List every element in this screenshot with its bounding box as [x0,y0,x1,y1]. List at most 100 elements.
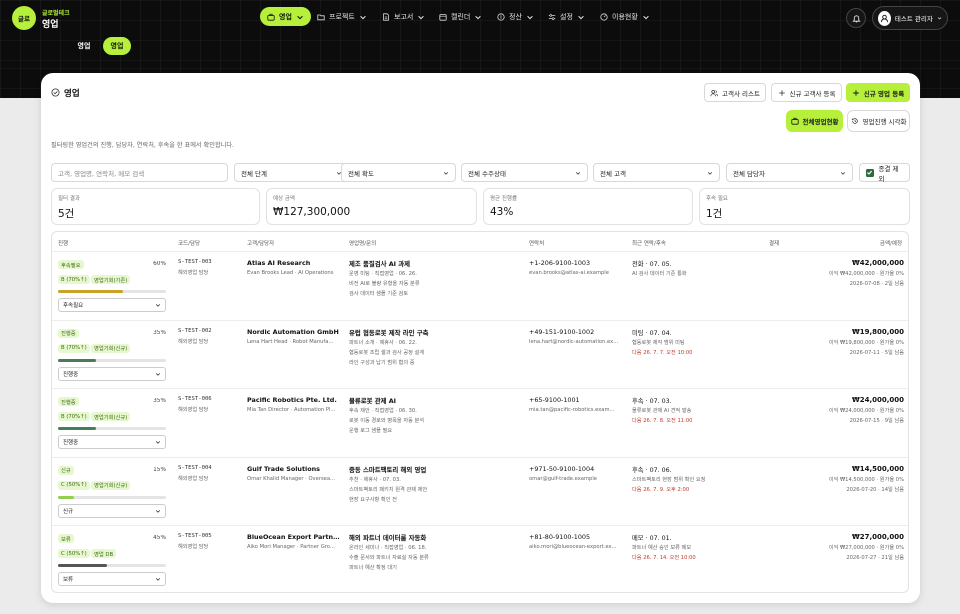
status-select[interactable]: 진행중 [58,435,166,449]
contact-phone[interactable]: +1-206-9100-1003 [529,259,624,267]
exclude-closed-label: 종결 제외 [878,164,899,183]
customer-name[interactable]: Nordic Automation GmbH [247,328,342,336]
user-menu[interactable]: 테스트 관리자 [872,6,948,30]
contact-email[interactable]: evan.brooks@atlas-ai.example [529,270,621,276]
status-select-value: 신규 [63,508,74,515]
deal-amount: ₩19,800,000 [851,327,904,336]
brand-logo[interactable]: 글로 [12,6,36,30]
table-row[interactable]: 진행중 35% B (70%↑) 영업기회(신규) 진행중 S-TEST-006 해외영업 … [52,388,908,456]
order-status-filter-select[interactable]: 전체 수주상태 [461,163,588,182]
customer-name[interactable]: Atlas AI Research [247,259,342,267]
sales-timeline-button[interactable]: 영업진행 시각화 [847,110,910,132]
contact-email[interactable]: aiko.mori@blueocean-export.ex... [529,544,621,550]
deal-owner: 해외영업 담당 [178,544,209,550]
deal-name[interactable]: 해외 파트너 데이터룸 자동화 [349,533,519,542]
table-row[interactable]: 보류 45% C (50%↑) 영업 DB 보류 S-TEST-005 해외영업 담당 Blu… [52,525,908,592]
status-select[interactable]: 보류 [58,572,166,586]
plus-icon [852,89,859,96]
deal-amount: ₩24,000,000 [851,396,904,404]
progress-bar [58,290,166,293]
all-sales-status-button[interactable]: 전체영업현황 [786,110,843,132]
deal-profit-cost: 이익 ₩19,800,000 · 원가율 0% [828,339,904,346]
nav-item-usage[interactable]: 이용현황 [600,7,650,26]
progress-bar [58,495,166,499]
subtab-sales-active[interactable]: 영업 [103,37,131,55]
nav-item-settings[interactable]: 설정 [548,7,585,26]
deal-code: S-TEST-003 [178,259,212,265]
nav-label: 프로젝트 [329,12,355,21]
recent-contact-note: 물류로봇 관제 AI 견적 발송 [632,408,692,414]
table-row[interactable]: 진행중 35% B (70%↑) 영업기회(신규) 진행중 S-TEST-002 해외영업 … [52,319,908,388]
owner-filter-select[interactable]: 전체 담당자 [726,163,853,182]
deal-note: 스마트팩토리 패키지 원격 관제 제안 [349,486,428,493]
customer-contact-person: Omar Khalid Manager · Oversea... [247,475,335,482]
customer-list-label: 고객사 리스트 [722,89,760,98]
exclude-closed-checkbox[interactable] [866,168,874,177]
status-select[interactable]: 후속필요 [58,298,166,312]
document-icon [383,12,389,21]
contact-phone[interactable]: +971-50-9100-1004 [529,465,624,473]
chevron-down-icon [155,509,161,513]
progress-percent: 45% [153,535,166,541]
search-input[interactable]: 고객, 영업명, 연락처, 메모 검색 [51,163,228,182]
stat-card-filter-result: 필터 결과 5건 [51,188,260,225]
new-sales-button[interactable]: 신규 영업 등록 [846,83,910,102]
chevron-down-icon [575,171,581,175]
stat-card-average-progress: 평균 진행률 43% [483,188,693,225]
nav-item-calendar[interactable]: 캘린더 [439,7,482,26]
status-select-value: 후속필요 [63,303,84,309]
coin-icon [497,12,505,21]
contact-email[interactable]: lena.hart@nordic-automation.ex... [529,339,621,345]
deal-name[interactable]: 제조 품질검사 AI 과제 [349,259,519,268]
status-select[interactable]: 진행중 [58,366,166,381]
contact-email[interactable]: mia.tan@pacific-robotics.exam... [529,407,621,413]
all-sales-status-label: 전체영업현황 [802,118,839,126]
contact-email[interactable]: omar@gulf-trade.example [529,476,621,482]
owner-filter-value: 전체 담당자 [733,169,765,178]
deal-code: S-TEST-002 [178,327,212,334]
contact-phone[interactable]: +81-80-9100-1005 [529,533,624,541]
subtab-sales[interactable]: 영업 [70,37,98,55]
chevron-down-icon [155,304,161,307]
deal-name[interactable]: 유럽 협동로봇 제작 라인 구축 [349,328,519,337]
customer-name[interactable]: Gulf Trade Solutions [247,465,342,473]
table-row[interactable]: 후속필요 60% B (70%↑) 영업기회(기존) 후속필요 S-TEST-003 해외영… [52,251,908,319]
exclude-closed-toggle[interactable]: 종결 제외 [859,163,910,183]
deal-profit-cost: 이익 ₩14,500,000 · 원가율 0% [828,476,904,483]
progress-bar [58,564,166,567]
customer-filter-select[interactable]: 전체 고객 [593,163,720,182]
stat-label: 평균 진행률 [490,196,518,202]
customer-name[interactable]: BlueOcean Export Partne... [247,533,342,541]
deal-name[interactable]: 중동 스마트팩토리 해외 영업 [349,465,519,474]
stage-filter-select[interactable]: 전체 단계 [234,163,349,182]
chevron-down-icon [840,171,846,175]
sales-main-card: 영업 고객사 리스트 신규 고객사 등록 신규 영업 등록 전체영업현황 영업진… [41,73,920,603]
contact-phone[interactable]: +49-151-9100-1002 [529,328,624,336]
nav-item-projects[interactable]: 프로젝트 [317,7,367,26]
deal-due-date: 2026-07-08 · 2일 남음 [849,281,904,287]
deal-profit-cost: 이익 ₩24,000,000 · 원가율 0% [828,408,904,414]
deal-name[interactable]: 물류로봇 관제 AI [349,396,519,405]
stat-label: 후속 필요 [706,196,728,202]
deal-note: 추천 · 제휴사 · 07. 03. [349,476,401,483]
notification-bell-button[interactable] [846,8,866,28]
deal-note: 검사 데이터 샘플 기준 검토 [349,291,409,297]
deal-owner: 해외영업 담당 [178,270,209,276]
table-row[interactable]: 신규 15% C (50%↑) 영업기회(신규) 신규 S-TEST-004 해외영업 담당… [52,456,908,525]
status-badge: 진행중 [58,397,79,406]
nav-item-reports[interactable]: 보고서 [382,7,425,26]
contact-phone[interactable]: +65-9100-1001 [529,396,624,404]
recent-contact: 전화 · 07. 05. [632,261,672,268]
chevron-down-icon [527,15,533,19]
stat-value: ₩127,300,000 [273,206,351,218]
new-customer-button[interactable]: 신규 고객사 등록 [771,83,842,102]
customer-list-button[interactable]: 고객사 리스트 [704,83,766,102]
customer-name[interactable]: Pacific Robotics Pte. Ltd. [247,396,342,404]
probability-filter-select[interactable]: 전체 확도 [341,163,456,182]
nav-item-settlement[interactable]: 정산 [497,7,534,26]
nav-item-sales[interactable]: 영업 [260,7,311,26]
progress-bar [58,427,166,430]
status-select[interactable]: 신규 [58,503,166,518]
status-select-value: 진행중 [63,440,79,446]
nav-label: 이용현황 [612,12,638,21]
